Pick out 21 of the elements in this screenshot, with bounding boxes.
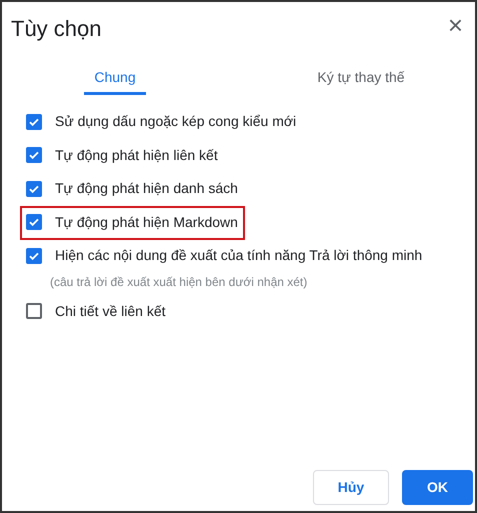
option-label: Tự động phát hiện liên kết: [55, 146, 218, 165]
cancel-button[interactable]: Hủy: [313, 470, 389, 505]
option-label: Sử dụng dấu ngoặc kép cong kiểu mới: [55, 112, 296, 132]
close-button[interactable]: ×: [448, 12, 463, 38]
checkbox[interactable]: [26, 214, 42, 230]
checkbox[interactable]: [26, 114, 42, 130]
option-label: Tự động phát hiện Markdown: [55, 212, 238, 232]
checkmark-icon: [28, 149, 40, 162]
checkbox[interactable]: [26, 303, 42, 320]
ok-button[interactable]: OK: [402, 470, 473, 505]
checkbox[interactable]: [26, 248, 42, 264]
option-note: (câu trả lời đề xuất xuất hiện bên dưới nhận xét): [50, 274, 308, 290]
dialog-title: Tùy chọn: [11, 15, 102, 43]
checkbox[interactable]: [26, 147, 42, 164]
option-label: Chi tiết về liên kết: [55, 302, 166, 321]
checkmark-icon: [28, 216, 40, 228]
tab[interactable]: Ký tự thay thế: [296, 63, 426, 95]
option-label: Hiện các nội dung đề xuất của tính năng Trả lời thông minh: [55, 246, 422, 266]
tab[interactable]: Chung: [84, 63, 146, 95]
checkbox[interactable]: [26, 180, 42, 197]
option-label: Tự động phát hiện danh sách: [55, 179, 238, 198]
